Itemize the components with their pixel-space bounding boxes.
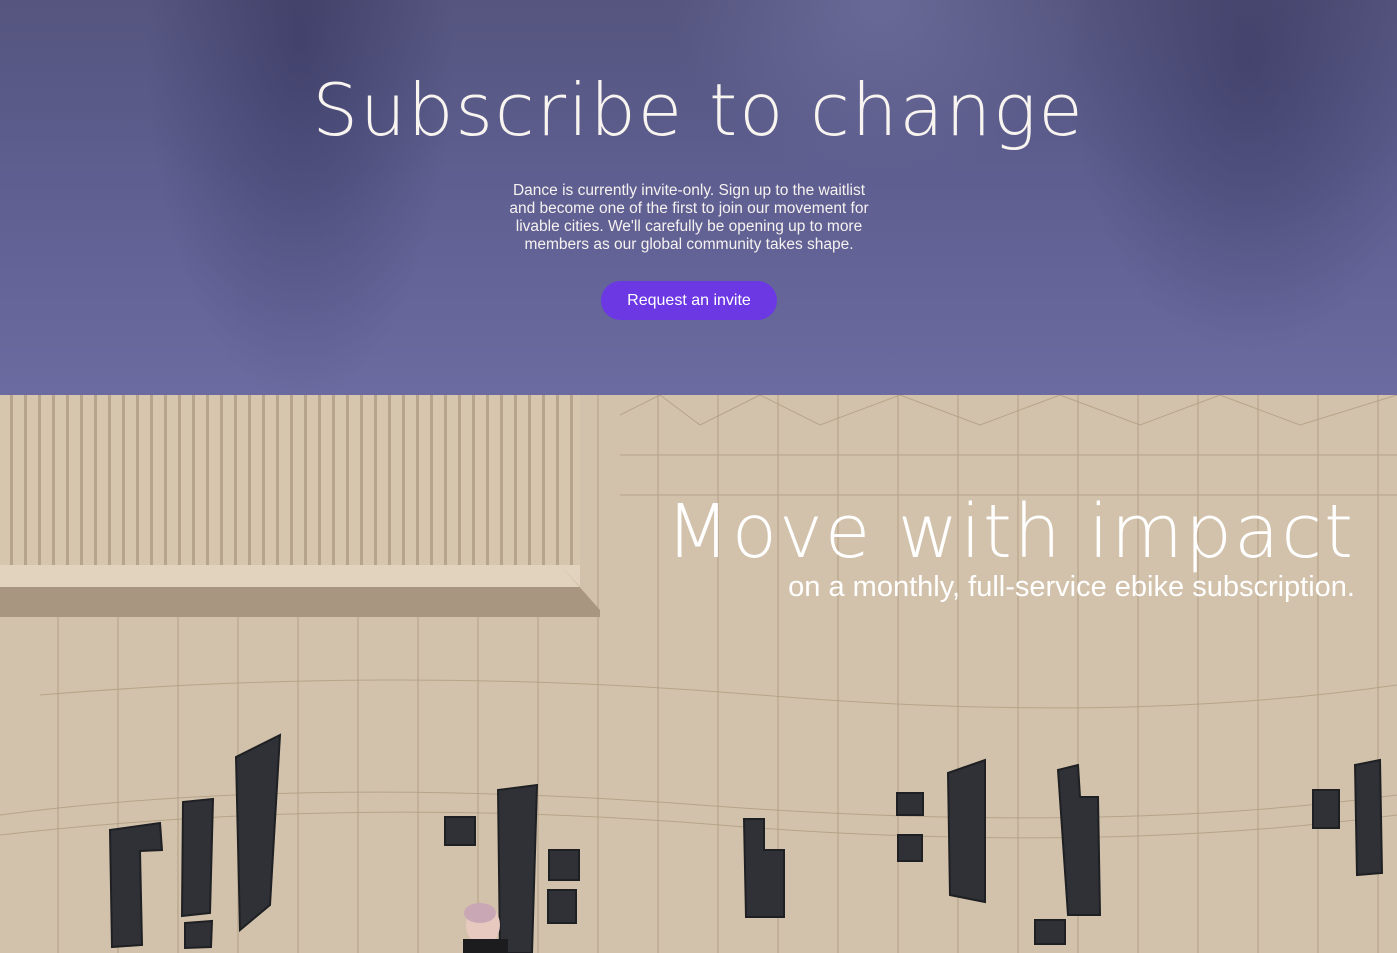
hero-description: Dance is currently invite-only. Sign up … (509, 182, 869, 253)
request-invite-button[interactable]: Request an invite (601, 281, 777, 320)
subscribe-hero: Subscribe to change Dance is currently i… (0, 0, 1397, 395)
hero-title: Subscribe to change (312, 68, 1085, 152)
impact-subtitle: on a monthly, full-service ebike subscri… (788, 571, 1355, 603)
building-facade-photo (0, 395, 1397, 953)
impact-section: Move with impact on a monthly, full-serv… (0, 395, 1397, 953)
impact-title: Move with impact (665, 489, 1355, 575)
